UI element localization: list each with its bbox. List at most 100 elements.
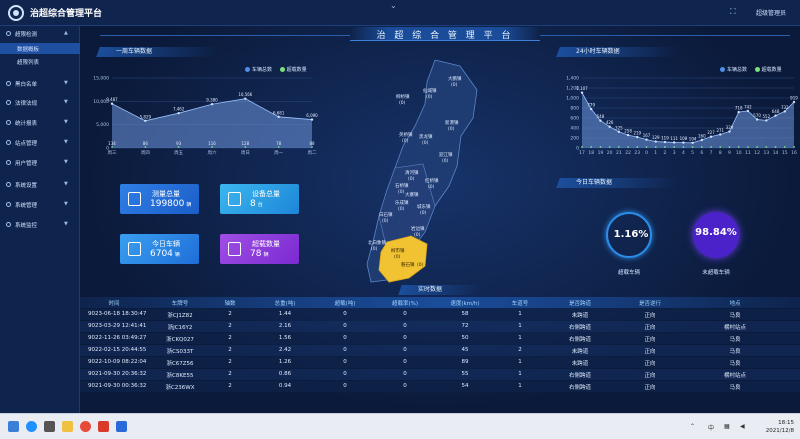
column-header[interactable]: 超载(吨) [320,299,370,307]
table-row[interactable]: 9022-11-26 03:49:27 浙CKQ027 2 1.56 0 0 50 1 右侧跨道… [80,333,800,344]
tray-language[interactable]: 中 [708,423,714,432]
dashboard-main: 治 超 综 合 管 理 平 台 一周车辆数据 车辆总数 超载数量 0 5,000 1… [80,26,800,413]
y-tick-label: 400 [570,126,579,132]
table-row[interactable]: 9021-09-30 20:36:32 浙C8KE55 2 0.86 0 0 55 1 右侧跨道… [80,369,800,380]
column-header[interactable]: 超载率(%) [375,299,435,307]
sidebar-item-system-settings[interactable]: 系统设置 ▼ [0,179,80,191]
column-header[interactable]: 是否逆行 [620,299,680,307]
series-point [590,107,593,111]
table-cell: 正向 [644,373,656,379]
over-point [636,146,639,148]
x-tick-label: 周六 [208,149,217,156]
data-label: 6,681 [273,110,285,115]
column-header[interactable]: 地点 [690,299,780,307]
table-cell: 0 [403,335,407,341]
chevron-down-icon: ▼ [64,201,68,207]
table-cell: 0 [343,383,347,389]
map-label: (0) [451,82,458,88]
table-row[interactable]: 9022-10-09 08:22:04 浙C67Z56 2 1.26 0 0 89 1 未跨道 正… [80,357,800,368]
data-label: 779 [587,103,595,108]
data-label: 9,487 [106,97,118,102]
column-header[interactable]: 总重(吨) [260,299,310,307]
stat-card-today[interactable]: 今日车辆 6704 辆 [120,234,199,264]
table-cell: 0 [403,371,407,377]
table-cell: 浙C8KE55 [166,373,194,379]
stat-card-total-measure[interactable]: 测量总量 199800 辆 [120,184,199,214]
security-icon[interactable] [116,421,127,432]
table-cell: 右侧跨道 [568,337,591,343]
x-tick-label: 周一 [274,150,283,156]
sidebar-subitem-overlimit-list[interactable]: 超限列表 [0,56,80,67]
table-row[interactable]: 9021-09-30 00:36:32 浙C236WX 2 0.94 0 0 54 1 右侧跨道… [80,381,800,392]
over-point [244,146,247,148]
y-tick-label: 15,000 [93,76,109,82]
column-header[interactable]: 速度(km/h) [440,299,490,307]
table-cell: 2 [228,323,232,329]
tray-arrow-icon[interactable]: ⌃ [690,423,695,430]
data-label: 111 [670,136,678,141]
column-header[interactable]: 车牌号 [150,299,210,307]
stat-card-overload[interactable]: 超载数量 78 辆 [220,234,299,264]
chevron-down-icon: ▼ [64,119,68,125]
table-cell: 0 [343,347,347,353]
eye-icon [6,222,11,227]
table-row[interactable]: 9023-03-29 12:41:41 浙JC16Y2 2 2.16 0 0 72 1 右侧跨道… [80,321,800,332]
map-label: (0) [420,210,427,216]
x-tick-label: 周二 [308,150,317,156]
y-tick-label: 200 [570,136,579,142]
fullscreen-icon[interactable]: ⛶ [730,7,736,17]
sidebar-item-reports[interactable]: 统计报表 ▼ [0,117,80,129]
table-cell: 2 [228,371,232,377]
y-tick-label: 600 [570,116,579,122]
sidebar-subitem-dashboard[interactable]: 数据概板 [0,43,80,54]
sidebar-item-sites[interactable]: 站点管理 ▼ [0,137,80,149]
data-label: 119 [661,136,669,141]
sidebar-item-system-admin[interactable]: 系统管理 ▼ [0,199,80,211]
table-row[interactable]: 9023-06-18 18:30:47 浙CJ1Z82 2 1.44 0 0 58 1 未跨道 正… [80,309,800,320]
realtime-table: 实时数据 时间 车牌号 轴数 总重(吨) 超载(吨) 超载率(%) 速度(km/h) 车道号 是… [80,285,800,413]
column-header[interactable]: 时间 [88,299,140,307]
x-tick-label: 7 [710,150,713,156]
data-label: 271 [716,128,724,133]
table-cell: 1 [518,311,522,317]
column-header[interactable]: 车道号 [500,299,540,307]
series-point [765,119,768,122]
app-logo-icon [8,5,24,21]
table-cell: 0 [343,335,347,341]
y-tick-label: 800 [570,106,579,112]
sidebar-item-blacklist[interactable]: 黑白名单 ▼ [0,78,80,90]
gauge-normal: 98.84% [693,212,739,258]
gauge-overload: 1.16% [606,212,652,258]
sidebar-item-users[interactable]: 用户管理 ▼ [0,157,80,169]
sidebar: 超限检测 ▲ 数据概板 超限列表 黑白名单 ▼ 法律法规 ▼ 统计报表 ▼ 站点管理 ▼ … [0,26,80,413]
user-menu[interactable]: 超级管理员 [756,8,786,17]
file-explorer-icon[interactable] [62,421,73,432]
map-label: 柳市镇 [391,247,405,254]
region-map[interactable]: 大鹏镇 (0) 仙城镇 (0) 柳桥镇 (0) 新港镇 (0) 黑龙镇 (0) … [365,56,485,294]
table-row[interactable]: 9022-02-15 20:44:55 浙CS033T 2 2.42 0 0 45 2 未跨道 正… [80,345,800,356]
table-cell: 横村站点 [723,373,746,379]
over-point [673,146,676,148]
sidebar-item-laws[interactable]: 法律法规 ▼ [0,97,80,109]
tray-network-icon[interactable]: ▦ [724,423,730,430]
app-icon[interactable] [98,421,109,432]
chrome-browser-icon[interactable] [80,421,91,432]
edge-browser-icon[interactable] [26,421,37,432]
sidebar-item-system-monitor[interactable]: 系统监控 ▼ [0,219,80,231]
table-cell: 马良 [729,313,741,319]
task-view-icon[interactable] [44,421,55,432]
table-cell: 1.44 [278,311,292,317]
stat-card-devices[interactable]: 设备总量 8台 [220,184,299,214]
column-header[interactable]: 是否跨道 [550,299,610,307]
chevron-down-icon[interactable]: ⌄ [390,1,397,10]
sidebar-item-overlimit[interactable]: 超限检测 ▲ [0,28,80,40]
over-point [793,146,795,148]
tray-volume-icon[interactable]: ◀ [740,423,745,430]
column-header[interactable]: 轴数 [210,299,250,307]
series-point [728,130,731,133]
taskbar-clock[interactable]: 18:15 2021/12/8 [766,419,794,435]
windows-start-icon[interactable] [8,421,19,432]
over-point [177,146,180,148]
panel-title-today: 今日车辆数据 [556,178,680,188]
x-tick-label: 21 [616,150,622,156]
